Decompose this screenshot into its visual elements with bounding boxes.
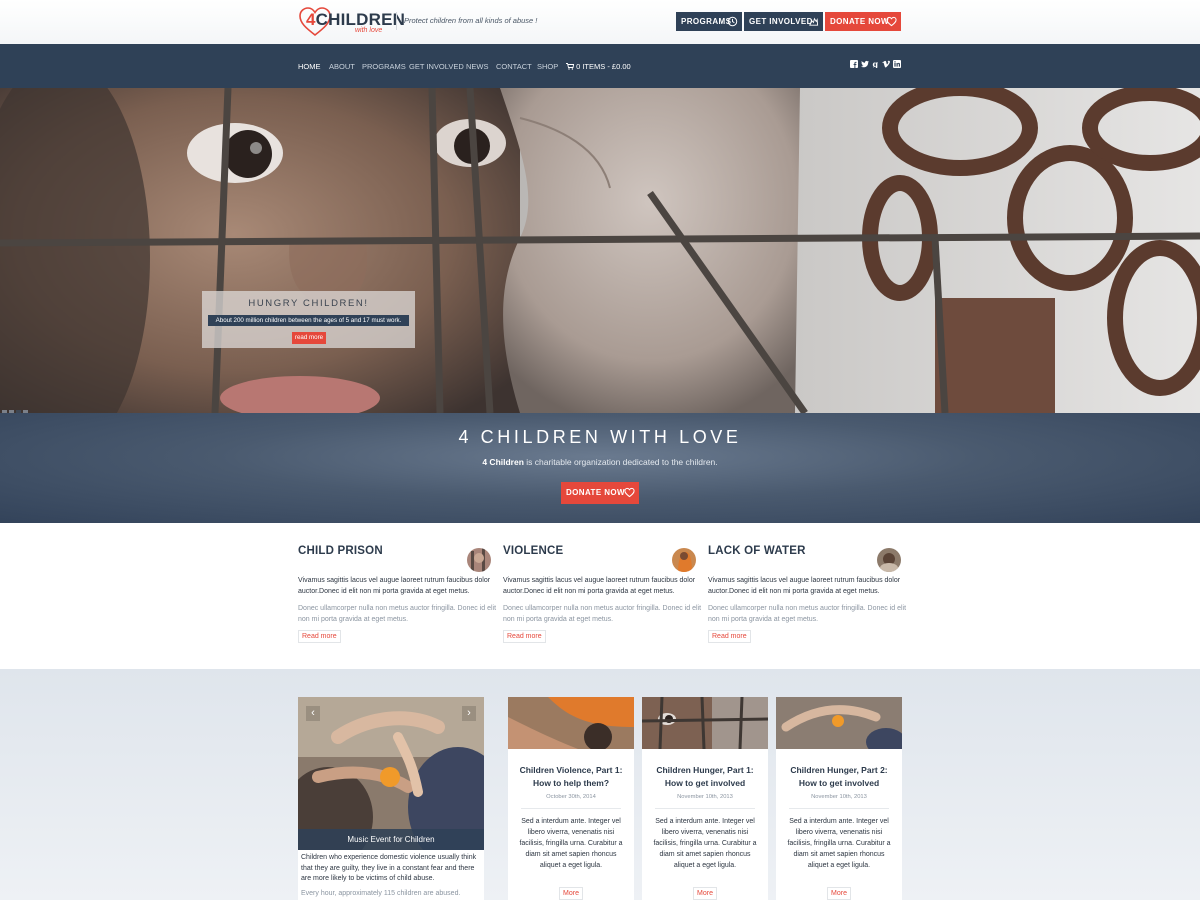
mission-donate-label: DONATE NOW <box>566 488 625 497</box>
donate-button-label: DONATE NOW <box>830 17 889 26</box>
get-involved-button[interactable]: GET INVOLVED <box>744 12 823 31</box>
nav-home[interactable]: HOME <box>298 62 321 71</box>
feature-read-more-button[interactable]: Read more <box>298 630 341 643</box>
feature-title: CHILD PRISON <box>298 545 383 557</box>
post-date: November 10th, 2013 <box>811 794 867 800</box>
nav-cart[interactable]: 0 ITEMS - £0.00 <box>566 62 631 71</box>
news-section: ‹ › Music Event for Children Children wh… <box>0 669 1200 900</box>
logo[interactable]: 4CHILDREN with love <box>298 6 405 38</box>
feature-thumbnail <box>467 548 491 572</box>
divider <box>789 808 889 809</box>
heart-icon <box>624 487 635 498</box>
mission-title: 4 CHILDREN WITH LOVE <box>458 427 742 447</box>
nav-about[interactable]: ABOUT <box>329 62 355 71</box>
svg-text:g: g <box>873 60 879 68</box>
slide-caption-subtitle: About 200 million children between the a… <box>208 315 409 326</box>
divider <box>521 808 621 809</box>
post-excerpt: Sed a interdum ante. Integer vel libero … <box>519 818 623 869</box>
post-thumbnail[interactable] <box>642 697 768 749</box>
post-card: Children Hunger, Part 1: How to get invo… <box>642 697 768 900</box>
feature-read-more-button[interactable]: Read more <box>708 630 751 643</box>
feature-card: LACK OF WATER Vivamus sagittis lacus vel… <box>708 523 906 669</box>
post-more-button[interactable]: More <box>827 887 851 900</box>
top-header: 4CHILDREN with love Protect children fro… <box>0 0 1200 44</box>
post-thumbnail[interactable] <box>508 697 634 749</box>
feature-body-text: Donec ullamcorper nulla non metus auctor… <box>298 605 497 623</box>
linkedin-icon[interactable] <box>893 60 901 68</box>
post-card: Children Violence, Part 1: How to help t… <box>508 697 634 900</box>
post-more-button[interactable]: More <box>693 887 717 900</box>
feature-body-text: Donec ullamcorper nulla non metus auctor… <box>503 605 702 623</box>
feature-body-text: Donec ullamcorper nulla non metus auctor… <box>708 605 907 623</box>
post-card: Children Hunger, Part 2: How to get invo… <box>776 697 902 900</box>
event-description: Children who experience domestic violenc… <box>301 854 477 882</box>
event-card: ‹ › Music Event for Children Children wh… <box>298 697 484 900</box>
post-date: October 30th, 2014 <box>546 794 596 800</box>
feature-thumbnail <box>672 548 696 572</box>
heart-icon <box>886 16 897 27</box>
google-plus-icon[interactable]: g <box>872 60 880 68</box>
facebook-icon[interactable] <box>850 60 858 68</box>
feature-lead-text: Vivamus sagittis lacus vel augue laoreet… <box>298 577 491 595</box>
clock-icon <box>727 16 738 27</box>
donate-button[interactable]: DONATE NOW <box>825 12 901 31</box>
post-title[interactable]: Children Hunger, Part 2: How to get invo… <box>782 764 896 789</box>
feature-thumbnail <box>877 548 901 572</box>
event-photo: ‹ › Music Event for Children <box>298 697 484 850</box>
hand-icon <box>809 17 819 26</box>
nav-shop[interactable]: SHOP <box>537 62 558 71</box>
feature-read-more-button[interactable]: Read more <box>503 630 546 643</box>
cart-label: 0 ITEMS - £0.00 <box>576 62 631 71</box>
post-more-button[interactable]: More <box>559 887 583 900</box>
post-date: November 10th, 2013 <box>677 794 733 800</box>
feature-lead-text: Vivamus sagittis lacus vel augue laoreet… <box>503 577 696 595</box>
hero-photo <box>0 88 1200 413</box>
event-title[interactable]: Music Event for Children <box>298 829 484 850</box>
nav-news[interactable]: NEWS <box>466 62 489 71</box>
slide-read-more-button[interactable]: read more <box>292 332 326 344</box>
get-involved-button-label: GET INVOLVED <box>749 17 813 26</box>
event-prev-arrow-icon[interactable]: ‹ <box>306 706 320 721</box>
slide-caption: HUNGRY CHILDREN! About 200 million child… <box>202 291 415 348</box>
programs-button-label: PROGRAMS <box>681 17 732 26</box>
nav-get-involved[interactable]: GET INVOLVED <box>409 62 464 71</box>
event-note: Every hour, approximately 115 children a… <box>301 890 461 897</box>
divider <box>655 808 755 809</box>
feature-card: CHILD PRISON Vivamus sagittis lacus vel … <box>298 523 496 669</box>
mission-band: 4 CHILDREN WITH LOVE 4 Children is chari… <box>0 413 1200 523</box>
nav-programs[interactable]: PROGRAMS <box>362 62 406 71</box>
post-excerpt: Sed a interdum ante. Integer vel libero … <box>787 818 891 869</box>
feature-title: VIOLENCE <box>503 545 564 557</box>
post-title[interactable]: Children Hunger, Part 1: How to get invo… <box>648 764 762 789</box>
feature-card: VIOLENCE Vivamus sagittis lacus vel augu… <box>503 523 701 669</box>
main-navigation: HOME ABOUT PROGRAMS GET INVOLVED NEWS CO… <box>0 44 1200 88</box>
nav-contact[interactable]: CONTACT <box>496 62 532 71</box>
cart-icon <box>566 63 575 70</box>
hero-slider[interactable]: HUNGRY CHILDREN! About 200 million child… <box>0 88 1200 413</box>
mission-donate-button[interactable]: DONATE NOW <box>561 482 639 504</box>
mission-text: 4 Children is charitable organization de… <box>482 457 718 467</box>
tagline: Protect children from all kinds of abuse… <box>396 12 537 30</box>
features-section: CHILD PRISON Vivamus sagittis lacus vel … <box>0 523 1200 669</box>
slide-caption-title: HUNGRY CHILDREN! <box>248 298 369 309</box>
programs-button[interactable]: PROGRAMS <box>676 12 742 31</box>
feature-title: LACK OF WATER <box>708 545 806 557</box>
post-title[interactable]: Children Violence, Part 1: How to help t… <box>514 764 628 789</box>
twitter-icon[interactable] <box>861 60 869 68</box>
post-excerpt: Sed a interdum ante. Integer vel libero … <box>653 818 757 869</box>
vimeo-icon[interactable] <box>882 60 890 68</box>
slider-pagination <box>2 402 30 413</box>
feature-lead-text: Vivamus sagittis lacus vel augue laoreet… <box>708 577 901 595</box>
event-next-arrow-icon[interactable]: › <box>462 706 476 721</box>
logo-subtitle: with love <box>355 27 383 34</box>
post-thumbnail[interactable] <box>776 697 902 749</box>
